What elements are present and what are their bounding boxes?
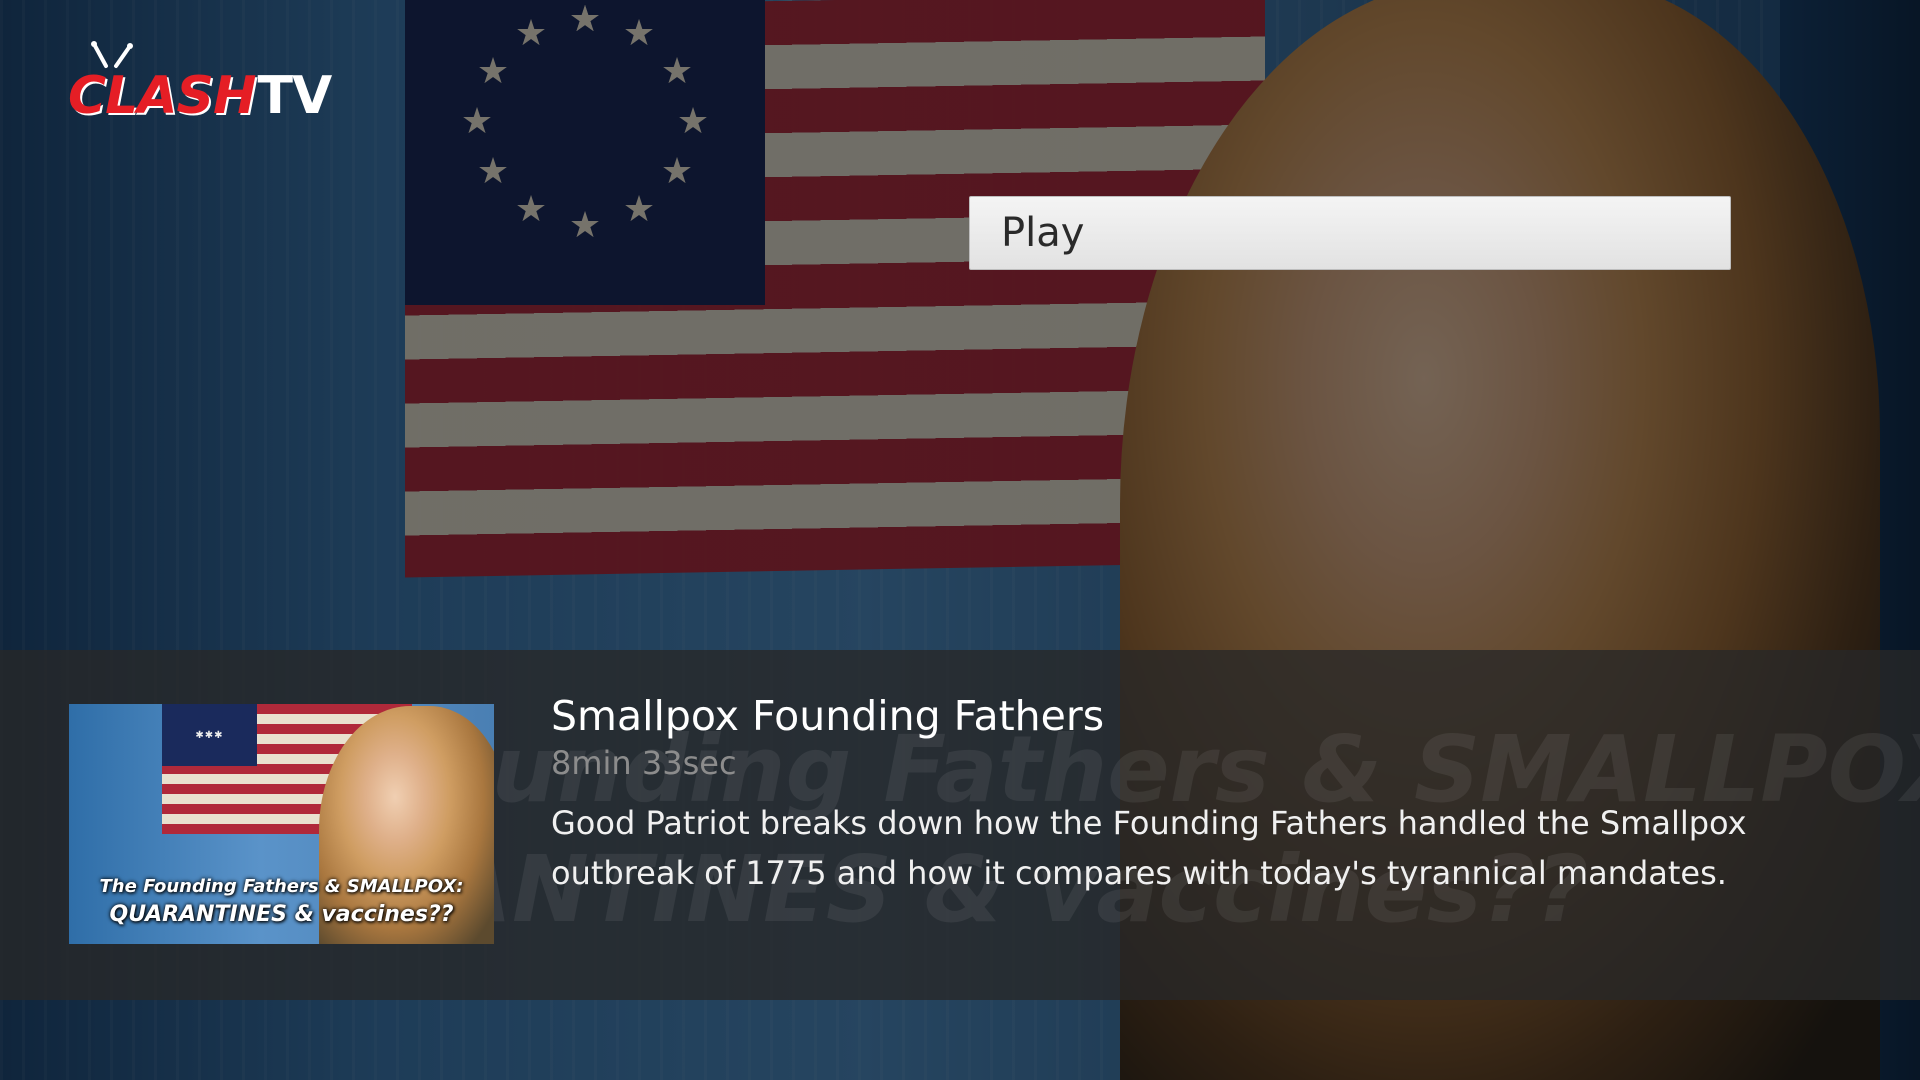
play-button[interactable]: Play (969, 196, 1731, 270)
video-info-panel: The Founding Fathers & SMALLPOX: QUARANT… (0, 650, 1920, 1000)
thumbnail-flag-canton: ✱✱✱ (162, 704, 257, 766)
logo-clash-text: CLASH (68, 66, 257, 126)
thumbnail-caption-line2: QUARANTINES & vaccines?? (109, 902, 454, 927)
thumbnail-caption-line1: The Founding Fathers & SMALLPOX: (99, 876, 464, 897)
details-screen: ★ ★ ★ ★ ★ ★ ★ ★ ★ ★ ★ ★ ★ CLASHTV Play T… (0, 0, 1920, 1080)
video-title: Smallpox Founding Fathers (551, 692, 1105, 740)
play-button-label: Play (1001, 210, 1085, 256)
app-logo: CLASHTV (68, 40, 338, 130)
video-description: Good Patriot breaks down how the Foundin… (551, 804, 1747, 892)
thumbnail-caption: The Founding Fathers & SMALLPOX: QUARANT… (69, 874, 494, 930)
video-duration: 8min 33sec (551, 744, 737, 782)
video-thumbnail: ✱✱✱ The Founding Fathers & SMALLPOX: QUA… (69, 704, 494, 944)
logo-tv-text: TV (257, 66, 333, 126)
